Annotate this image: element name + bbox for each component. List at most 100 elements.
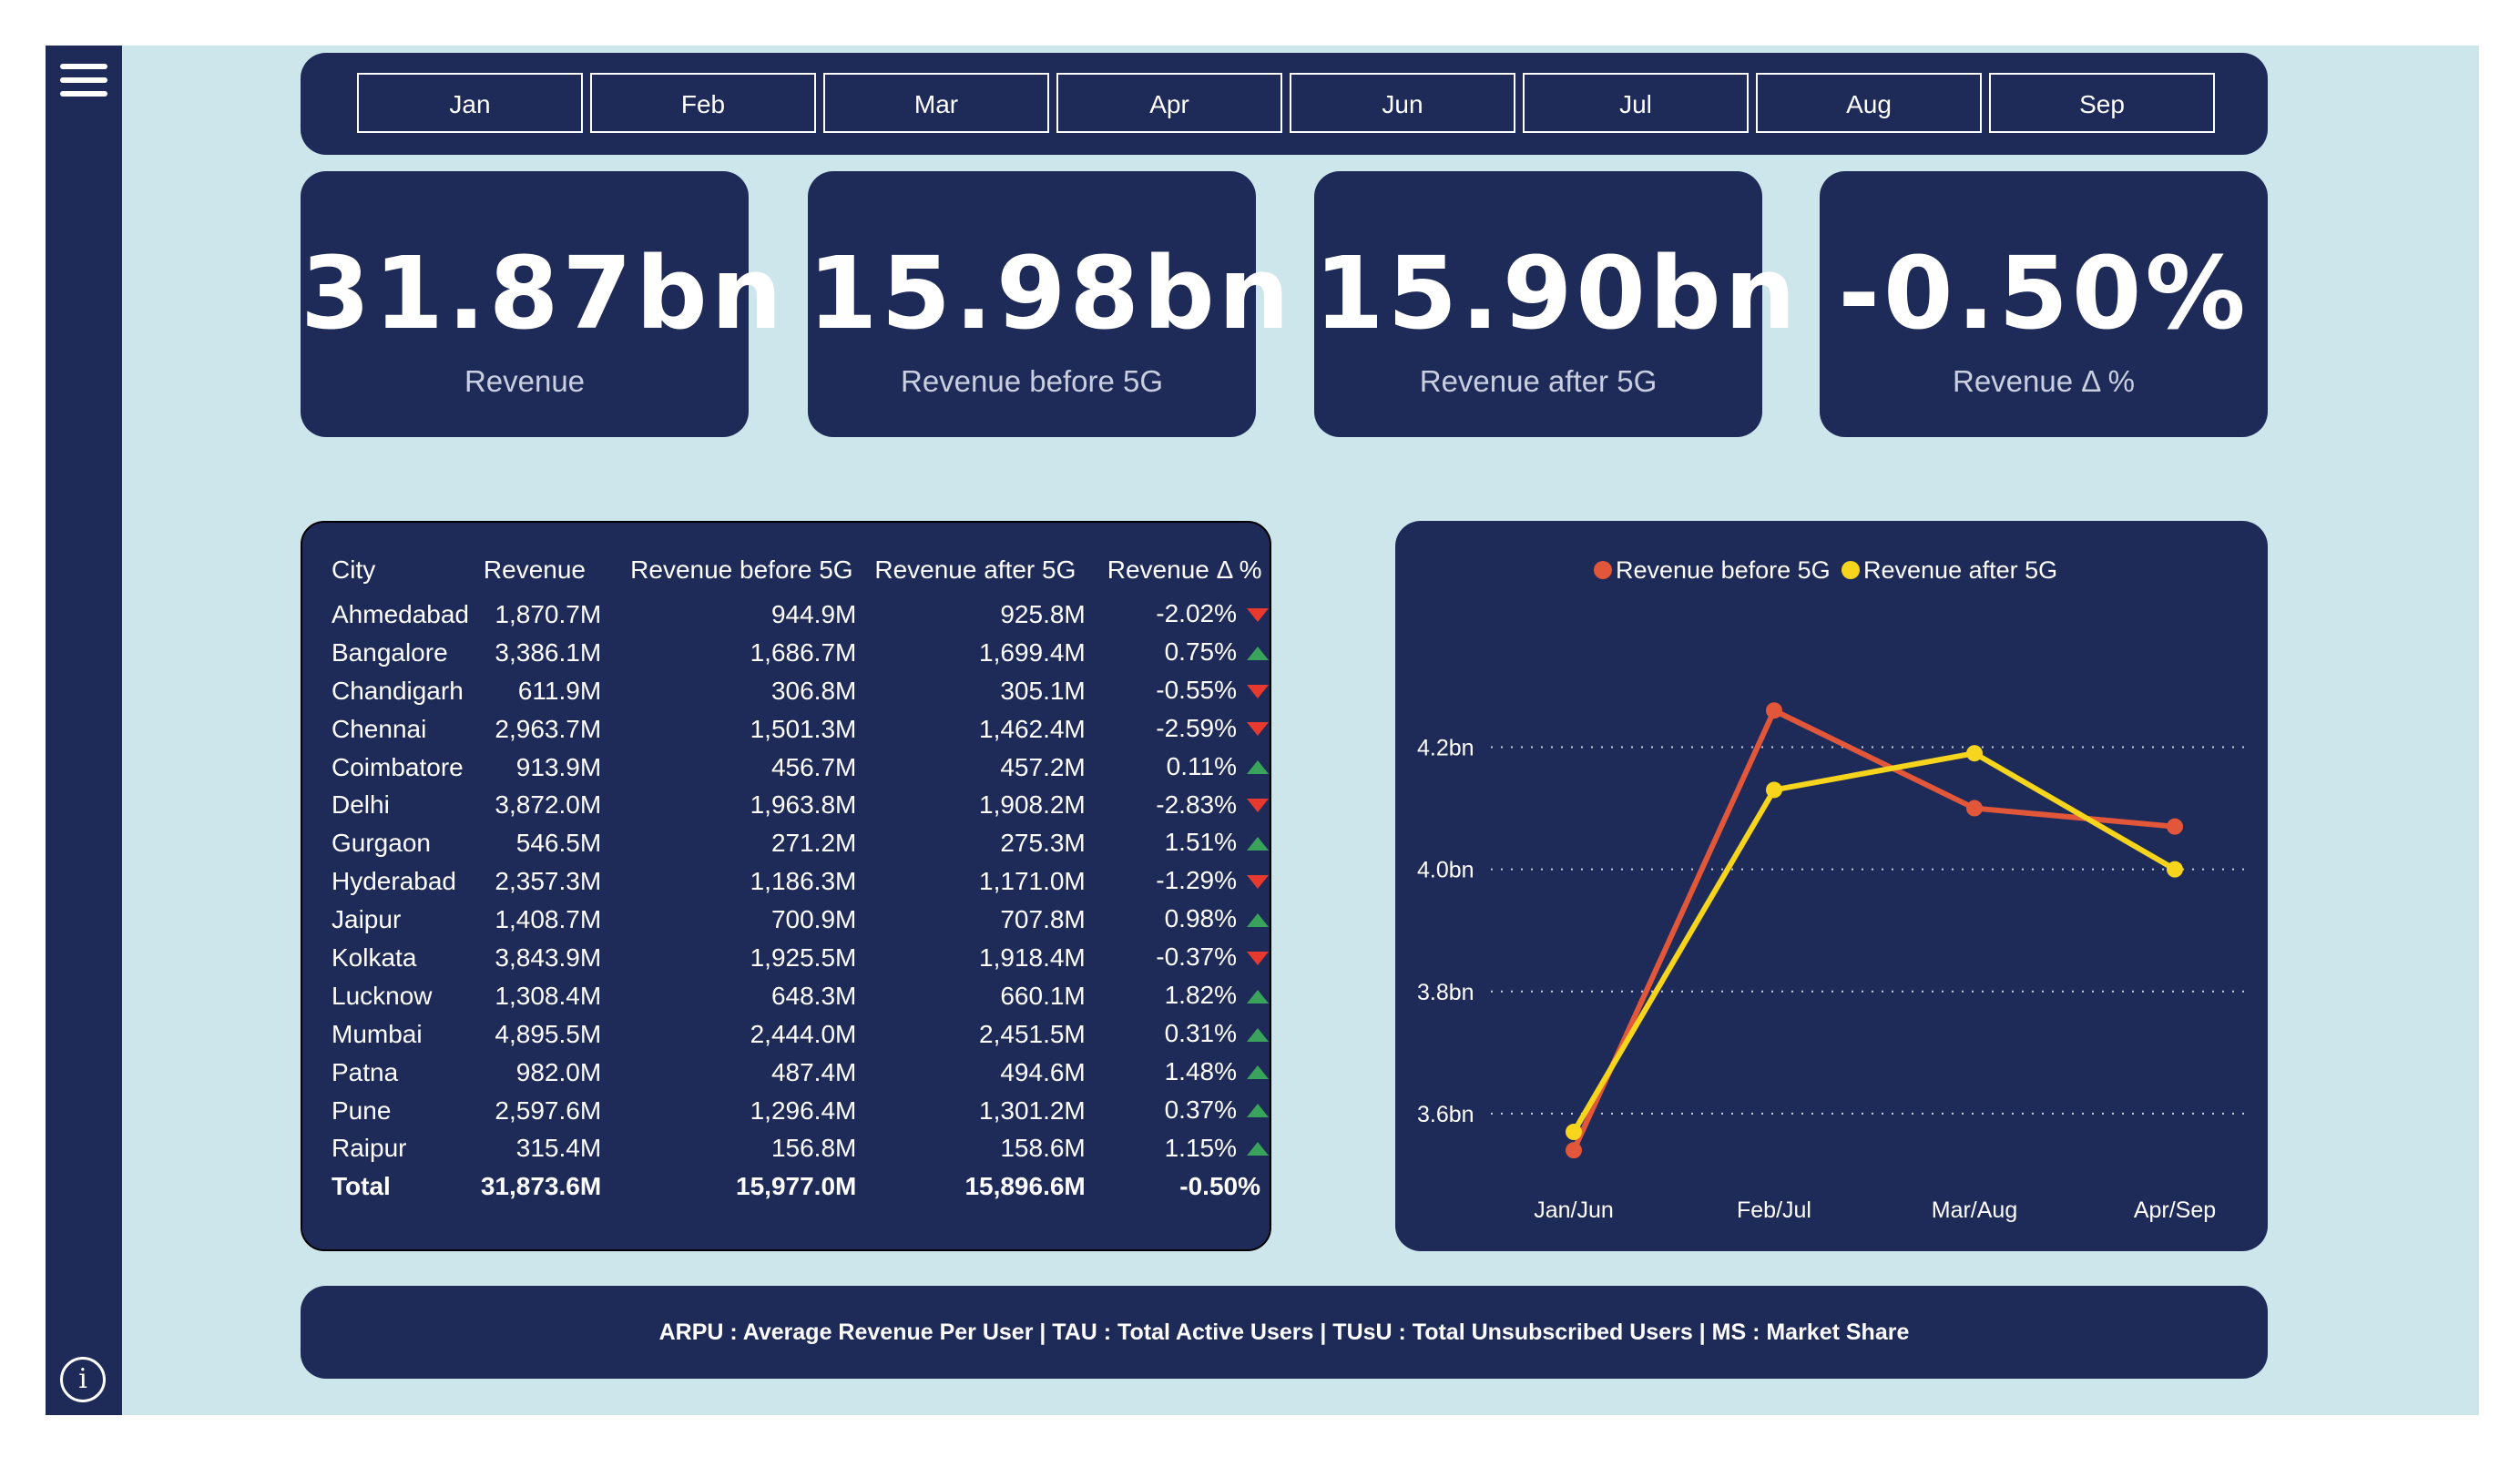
- x-tick-label: Jan/Jun: [1534, 1197, 1614, 1223]
- legend-label: Revenue before 5G: [1616, 556, 1831, 584]
- cell-revenue-before-5g: 456.7M: [770, 752, 857, 781]
- cell-revenue: 31,873.6M: [480, 1172, 602, 1201]
- cell-revenue-before-5g: 1,686.7M: [750, 637, 857, 667]
- legend-marker: [1594, 561, 1612, 579]
- cell-revenue: 315.4M: [515, 1134, 602, 1163]
- month-button-sep[interactable]: Sep: [1989, 73, 2215, 133]
- trend-up-icon: [1246, 753, 1270, 782]
- month-button-jun[interactable]: Jun: [1290, 73, 1515, 133]
- delta-value: 0.75%: [1164, 637, 1237, 667]
- data-point: [1766, 702, 1782, 719]
- trend-down-icon: [1246, 791, 1270, 820]
- footer-glossary: ARPU : Average Revenue Per User | TAU : …: [301, 1286, 2268, 1379]
- month-button-jul[interactable]: Jul: [1523, 73, 1749, 133]
- series-line: [1571, 708, 2176, 1152]
- kpi-value: 15.98bn: [808, 235, 1293, 352]
- cell-revenue-after-5g: 660.1M: [1000, 981, 1086, 1010]
- delta-value: -2.59%: [1156, 713, 1237, 742]
- cell-city: Coimbatore: [332, 752, 464, 781]
- data-point: [1766, 781, 1782, 799]
- column-header-revenue-after-5g[interactable]: Revenue after 5G: [856, 545, 1085, 596]
- column-header-city[interactable]: City: [332, 545, 474, 596]
- cell-revenue-before-5g: 2,444.0M: [750, 1019, 857, 1048]
- legend-label: Revenue after 5G: [1863, 556, 2057, 584]
- table-row[interactable]: Mumbai 4,895.5M 2,444.0M 2,451.5M 0.31%: [332, 1015, 1270, 1054]
- cell-revenue-before-5g: 306.8M: [770, 676, 857, 705]
- cell-revenue-before-5g: 1,296.4M: [750, 1095, 857, 1125]
- month-button-mar[interactable]: Mar: [823, 73, 1049, 133]
- cell-revenue-after-5g: 158.6M: [1000, 1134, 1086, 1163]
- data-point: [1966, 745, 1983, 762]
- kpi-card-revenue-after-5g: 15.90bn Revenue after 5G: [1314, 171, 1796, 437]
- table-row[interactable]: Ahmedabad 1,870.7M 944.9M 925.8M -2.02%: [332, 596, 1270, 634]
- series-line: [1571, 750, 2177, 1134]
- cell-city: Raipur: [332, 1134, 407, 1163]
- delta-value: -0.55%: [1156, 675, 1237, 704]
- cell-revenue-after-5g: 494.6M: [1000, 1057, 1086, 1086]
- column-header-revenue-delta[interactable]: Revenue Δ %: [1086, 545, 1270, 596]
- cell-revenue-delta: -0.55%: [1086, 672, 1270, 710]
- table-row[interactable]: Chandigarh 611.9M 306.8M 305.1M -0.55%: [332, 672, 1270, 710]
- cell-revenue-after-5g: 1,908.2M: [979, 790, 1086, 820]
- cell-revenue-delta: 1.48%: [1086, 1054, 1270, 1092]
- delta-value: 1.51%: [1164, 828, 1237, 857]
- data-point: [2167, 861, 2183, 878]
- cell-revenue: 4,895.5M: [495, 1019, 602, 1048]
- hamburger-menu-icon[interactable]: [60, 64, 107, 106]
- cell-revenue-before-5g: 156.8M: [770, 1134, 857, 1163]
- cell-revenue-delta: 1.51%: [1086, 824, 1270, 862]
- delta-value: -2.83%: [1156, 790, 1237, 819]
- trend-up-icon: [1246, 1096, 1270, 1126]
- cell-revenue-delta: -2.83%: [1086, 786, 1270, 824]
- month-button-aug[interactable]: Aug: [1756, 73, 1982, 133]
- trend-down-icon: [1246, 678, 1270, 707]
- month-slicer: Jan Feb Mar Apr Jun Jul Aug Sep: [301, 53, 2268, 155]
- table-row[interactable]: Coimbatore 913.9M 456.7M 457.2M 0.11%: [332, 749, 1270, 787]
- month-button-apr[interactable]: Apr: [1056, 73, 1282, 133]
- info-icon[interactable]: i: [60, 1357, 106, 1402]
- cell-revenue-before-5g: 944.9M: [770, 599, 857, 628]
- cell-city: Gurgaon: [332, 829, 431, 858]
- cell-city: Patna: [332, 1057, 399, 1086]
- delta-value: 1.15%: [1164, 1133, 1237, 1162]
- table-row[interactable]: Jaipur 1,408.7M 700.9M 707.8M 0.98%: [332, 901, 1270, 939]
- cell-revenue: 1,308.4M: [495, 981, 602, 1010]
- table-row[interactable]: Delhi 3,872.0M 1,963.8M 1,908.2M -2.83%: [332, 786, 1270, 824]
- cell-revenue-before-5g: 648.3M: [770, 981, 857, 1010]
- column-header-revenue-before-5g[interactable]: Revenue before 5G: [601, 545, 856, 596]
- y-tick-label: 3.8bn: [1417, 980, 1474, 1005]
- cell-revenue-delta: 1.82%: [1086, 977, 1270, 1015]
- delta-value: -0.50%: [1179, 1172, 1260, 1201]
- y-tick-label: 4.2bn: [1417, 735, 1474, 760]
- table-row[interactable]: Hyderabad 2,357.3M 1,186.3M 1,171.0M -1.29%: [332, 862, 1270, 901]
- data-point: [1966, 800, 1983, 817]
- cell-city: Ahmedabad: [332, 599, 470, 628]
- table-row[interactable]: Raipur 315.4M 156.8M 158.6M 1.15%: [332, 1129, 1270, 1167]
- cell-revenue-before-5g: 487.4M: [770, 1057, 857, 1086]
- data-point: [2167, 818, 2183, 835]
- table-total-row[interactable]: Total 31,873.6M 15,977.0M 15,896.6M -0.50%: [332, 1167, 1270, 1206]
- sidebar: i: [46, 46, 122, 1415]
- cell-revenue-after-5g: 1,301.2M: [979, 1095, 1086, 1125]
- trend-up-icon: [1246, 1058, 1270, 1087]
- kpi-card-revenue-before-5g: 15.98bn Revenue before 5G: [808, 171, 1293, 437]
- table-row[interactable]: Patna 982.0M 487.4M 494.6M 1.48%: [332, 1054, 1270, 1092]
- table-row[interactable]: Chennai 2,963.7M 1,501.3M 1,462.4M -2.59%: [332, 710, 1270, 749]
- revenue-line-chart: 3.6bn 3.8bn 4.0bn 4.2bn Jan/Jun Feb/Jul Mar/Au…: [1417, 556, 2251, 1223]
- delta-value: -1.29%: [1156, 866, 1237, 895]
- cell-revenue-delta: -0.37%: [1086, 939, 1270, 977]
- table-row[interactable]: Lucknow 1,308.4M 648.3M 660.1M 1.82%: [332, 977, 1270, 1015]
- table-row[interactable]: Kolkata 3,843.9M 1,925.5M 1,918.4M -0.37%: [332, 939, 1270, 977]
- cell-revenue-delta: 0.75%: [1086, 634, 1270, 672]
- cell-revenue: 546.5M: [515, 829, 602, 858]
- table-row[interactable]: Bangalore 3,386.1M 1,686.7M 1,699.4M 0.75%: [332, 634, 1270, 672]
- month-button-jan[interactable]: Jan: [357, 73, 583, 133]
- table-row[interactable]: Gurgaon 546.5M 271.2M 275.3M 1.51%: [332, 824, 1270, 862]
- cell-revenue-delta: 1.15%: [1086, 1129, 1270, 1167]
- month-button-feb[interactable]: Feb: [590, 73, 816, 133]
- cell-revenue-delta: 0.11%: [1086, 749, 1270, 787]
- table-row[interactable]: Pune 2,597.6M 1,296.4M 1,301.2M 0.37%: [332, 1092, 1270, 1130]
- data-point: [1566, 1142, 1582, 1159]
- cell-revenue: 3,386.1M: [495, 637, 602, 667]
- column-header-revenue[interactable]: Revenue: [474, 545, 601, 596]
